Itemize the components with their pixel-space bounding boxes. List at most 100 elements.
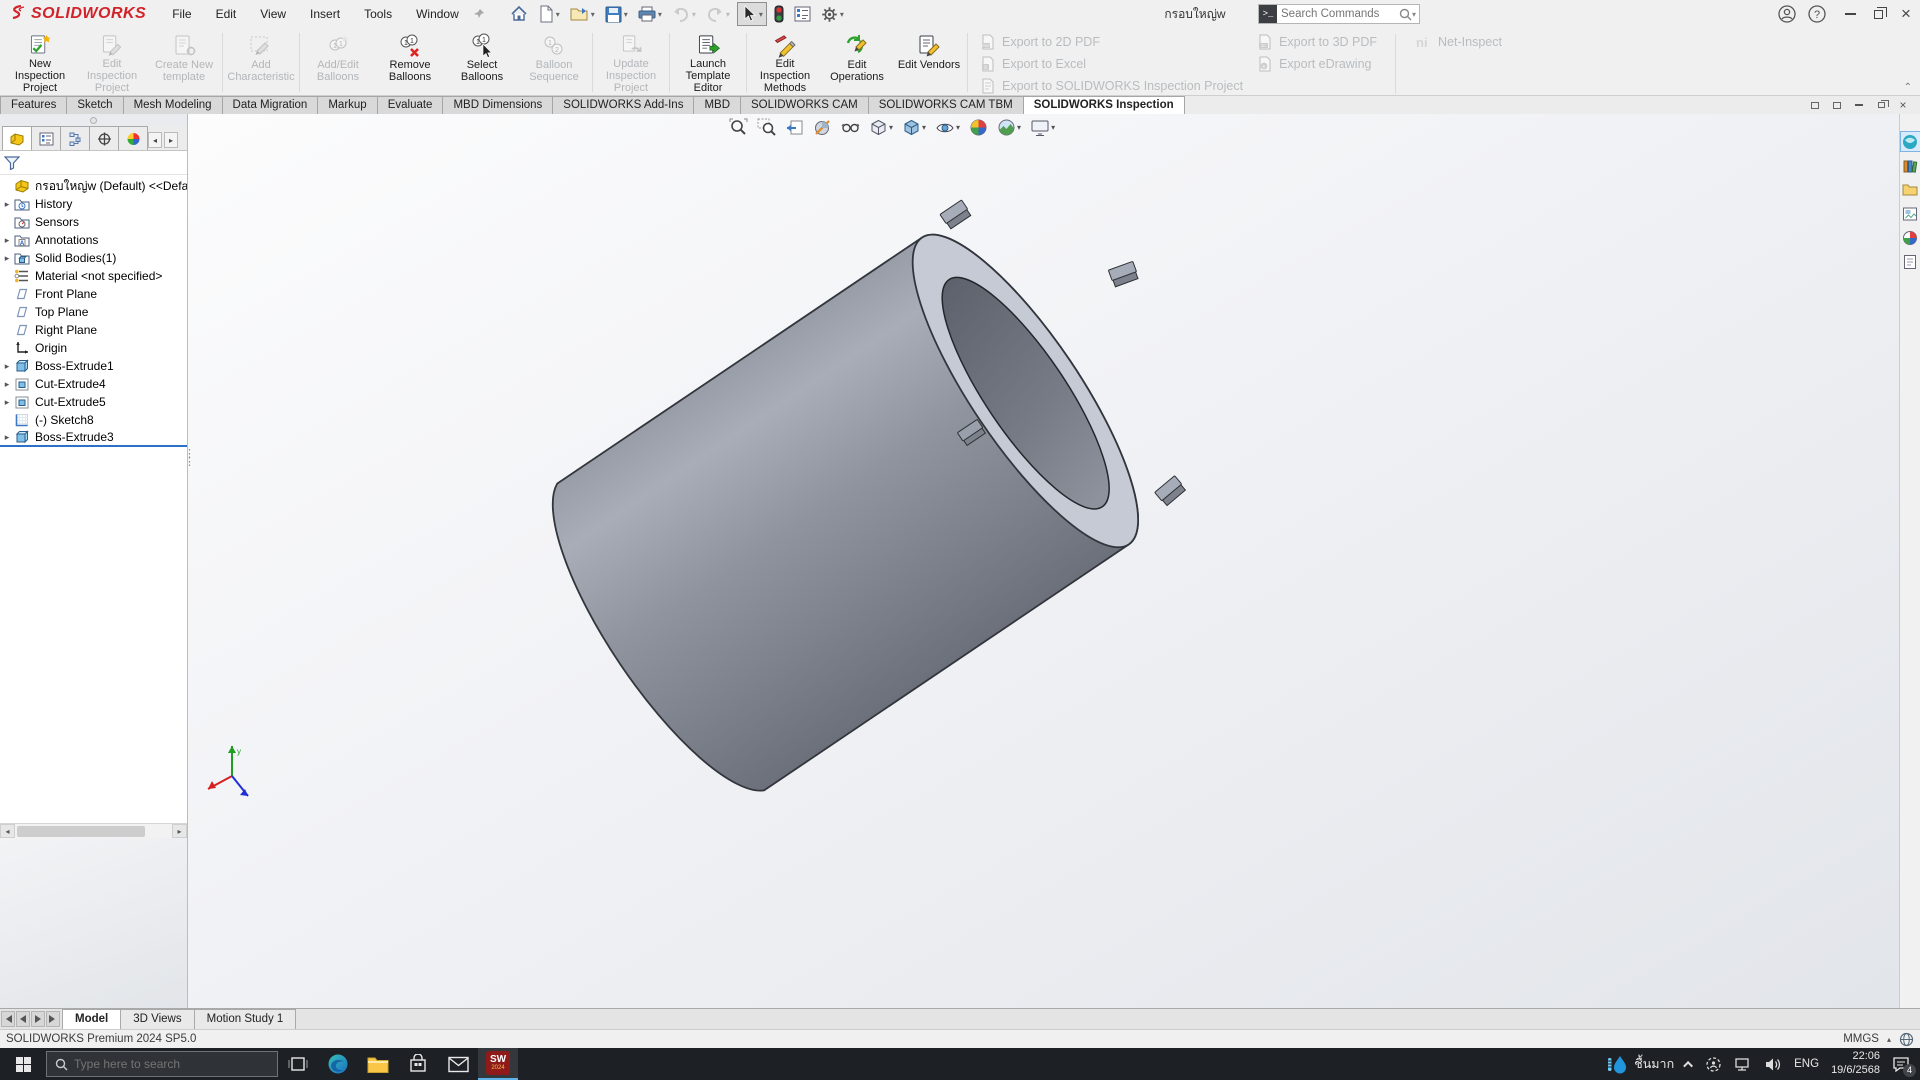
language-indicator[interactable]: ENG <box>1794 1058 1819 1070</box>
tree-filter-bar[interactable] <box>0 151 187 175</box>
solidworks-taskbar-icon[interactable]: SW 2024 <box>478 1048 518 1080</box>
tab-solidworks-cam[interactable]: SOLIDWORKS CAM <box>740 96 869 114</box>
propertymanager-tab[interactable] <box>31 126 61 150</box>
model-3d-cylinder[interactable]: y <box>188 114 1546 1008</box>
options-gear-button[interactable]: ▾ <box>818 4 847 25</box>
edit-operations-button[interactable]: Edit Operations <box>821 30 893 94</box>
scroll-prev-tab-button[interactable] <box>16 1011 30 1027</box>
add-edit-balloons-button[interactable]: 11 Add/Edit Balloons <box>302 30 374 94</box>
redo-dropdown[interactable]: ▾ <box>726 10 730 19</box>
create-new-template-button[interactable]: Create New template <box>148 30 220 94</box>
scroll-last-tab-button[interactable] <box>46 1011 60 1027</box>
account-icon[interactable] <box>1776 3 1798 25</box>
restore-button[interactable] <box>1864 0 1892 28</box>
solidworks-resources-icon[interactable] <box>1901 132 1920 151</box>
tab-data-migration[interactable]: Data Migration <box>222 96 319 114</box>
web-help-globe-icon[interactable] <box>1899 1032 1914 1047</box>
panel-top-splitter[interactable] <box>0 114 187 126</box>
balloon-sequence-button[interactable]: 12 Balloon Sequence <box>518 30 590 94</box>
mail-app-icon[interactable] <box>438 1048 478 1080</box>
tree-item-top-plane[interactable]: Top Plane <box>0 303 187 321</box>
motion-study-tab[interactable]: Motion Study 1 <box>194 1009 297 1029</box>
launch-template-editor-button[interactable]: Launch Template Editor <box>672 30 744 94</box>
tab-solidworks-cam-tbm[interactable]: SOLIDWORKS CAM TBM <box>868 96 1024 114</box>
appearances-scenes-icon[interactable] <box>1901 228 1920 247</box>
expand-arrow-icon[interactable]: ▸ <box>0 432 14 443</box>
rim-tab-right[interactable] <box>1108 261 1139 287</box>
undo-button[interactable]: ▾ <box>669 4 699 24</box>
tree-item-cut-extrude5[interactable]: ▸ Cut-Extrude5 <box>0 393 187 411</box>
select-tool-dropdown[interactable]: ▾ <box>759 10 763 19</box>
tab-solidworks-addins[interactable]: SOLIDWORKS Add-Ins <box>552 96 694 114</box>
add-characteristic-button[interactable]: Add Characteristic <box>225 30 297 94</box>
3d-views-tab[interactable]: 3D Views <box>120 1009 194 1029</box>
tree-horizontal-scrollbar[interactable]: ◂ ▸ <box>0 823 187 838</box>
interference-light-icon[interactable] <box>771 3 787 25</box>
tab-markup[interactable]: Markup <box>317 96 377 114</box>
doc-restore-button[interactable] <box>1874 99 1888 111</box>
home-button[interactable] <box>507 3 531 25</box>
model-tab[interactable]: Model <box>62 1009 121 1029</box>
edge-browser-icon[interactable] <box>318 1048 358 1080</box>
tree-item-origin[interactable]: Origin <box>0 339 187 357</box>
evaluate-list-button[interactable] <box>791 4 814 24</box>
menu-view[interactable]: View <box>248 0 298 28</box>
scroll-right-arrow[interactable]: ▸ <box>172 824 187 838</box>
featuremanager-tab[interactable] <box>2 126 32 150</box>
doc-close-button[interactable]: × <box>1896 99 1910 111</box>
task-view-button[interactable] <box>278 1048 318 1080</box>
speaker-icon[interactable] <box>1764 1057 1782 1072</box>
displaymanager-tab[interactable] <box>118 126 148 150</box>
clock-widget[interactable]: 22:06 19/6/2568 <box>1831 1050 1880 1078</box>
tab-sketch[interactable]: Sketch <box>66 96 123 114</box>
export-2d-pdf-button[interactable]: PDF Export to 2D PDF <box>980 34 1243 50</box>
graphics-viewport[interactable]: ▾ ▾ ▾ ▾ ▾ <box>188 114 1899 1008</box>
scroll-left-arrow[interactable]: ◂ <box>0 824 15 838</box>
dimxpertmanager-tab[interactable] <box>89 126 119 150</box>
redo-button[interactable]: ▾ <box>703 4 733 24</box>
tree-item-sensors[interactable]: Sensors <box>0 213 187 231</box>
fm-tabs-scroll-right[interactable]: ▸ <box>164 132 178 148</box>
taskbar-search-input[interactable] <box>74 1057 269 1071</box>
expand-arrow-icon[interactable]: ▸ <box>0 397 14 408</box>
action-center-button[interactable]: 4 <box>1892 1056 1910 1073</box>
expand-arrow-icon[interactable]: ▸ <box>0 199 14 210</box>
expand-arrow-icon[interactable]: ▸ <box>0 253 14 264</box>
command-search-box[interactable]: >_ ▾ <box>1258 4 1420 24</box>
export-excel-button[interactable]: X Export to Excel <box>980 56 1243 72</box>
rim-tab-top[interactable] <box>940 200 972 229</box>
update-inspection-project-button[interactable]: Update Inspection Project <box>595 30 667 94</box>
minimize-button[interactable] <box>1836 0 1864 28</box>
search-scope-dropdown[interactable]: ▾ <box>1412 10 1416 19</box>
export-edrawing-button[interactable]: e Export eDrawing <box>1257 56 1377 72</box>
scroll-first-tab-button[interactable] <box>1 1011 15 1027</box>
network-icon[interactable] <box>1734 1057 1752 1072</box>
new-document-dropdown[interactable]: ▾ <box>556 10 560 19</box>
design-library-icon[interactable] <box>1901 156 1920 175</box>
tab-mbd[interactable]: MBD <box>693 96 741 114</box>
tab-solidworks-inspection[interactable]: SOLIDWORKS Inspection <box>1023 96 1185 114</box>
tab-mbd-dimensions[interactable]: MBD Dimensions <box>442 96 553 114</box>
pane-right-icon[interactable] <box>1830 99 1844 111</box>
scroll-next-tab-button[interactable] <box>31 1011 45 1027</box>
menu-file[interactable]: File <box>160 0 203 28</box>
expand-arrow-icon[interactable]: ▸ <box>0 235 14 246</box>
tree-root[interactable]: กรอบใหญ่w (Default) <<Default>_Displ <box>0 177 187 195</box>
options-dropdown[interactable]: ▾ <box>840 10 844 19</box>
tree-item-boss-extrude1[interactable]: ▸ Boss-Extrude1 <box>0 357 187 375</box>
save-dropdown[interactable]: ▾ <box>624 10 628 19</box>
tree-item-annotations[interactable]: ▸ A Annotations <box>0 231 187 249</box>
new-document-button[interactable]: ▾ <box>535 3 563 25</box>
menu-insert[interactable]: Insert <box>298 0 352 28</box>
remove-balloons-button[interactable]: 11 Remove Balloons <box>374 30 446 94</box>
tray-expand-chevron[interactable] <box>1683 1060 1693 1070</box>
tab-mesh-modeling[interactable]: Mesh Modeling <box>123 96 223 114</box>
export-3d-pdf-button[interactable]: 3D Export to 3D PDF <box>1257 34 1377 50</box>
menu-tools[interactable]: Tools <box>352 0 404 28</box>
net-inspect-button[interactable]: ni Net-Inspect <box>1414 34 1502 50</box>
select-tool-button[interactable]: ▾ <box>737 2 767 26</box>
panel-splitter-handle[interactable]: ⋮⋮ <box>184 450 191 476</box>
save-button[interactable]: ▾ <box>602 4 631 25</box>
configurationmanager-tab[interactable] <box>60 126 90 150</box>
undo-dropdown[interactable]: ▾ <box>692 10 696 19</box>
